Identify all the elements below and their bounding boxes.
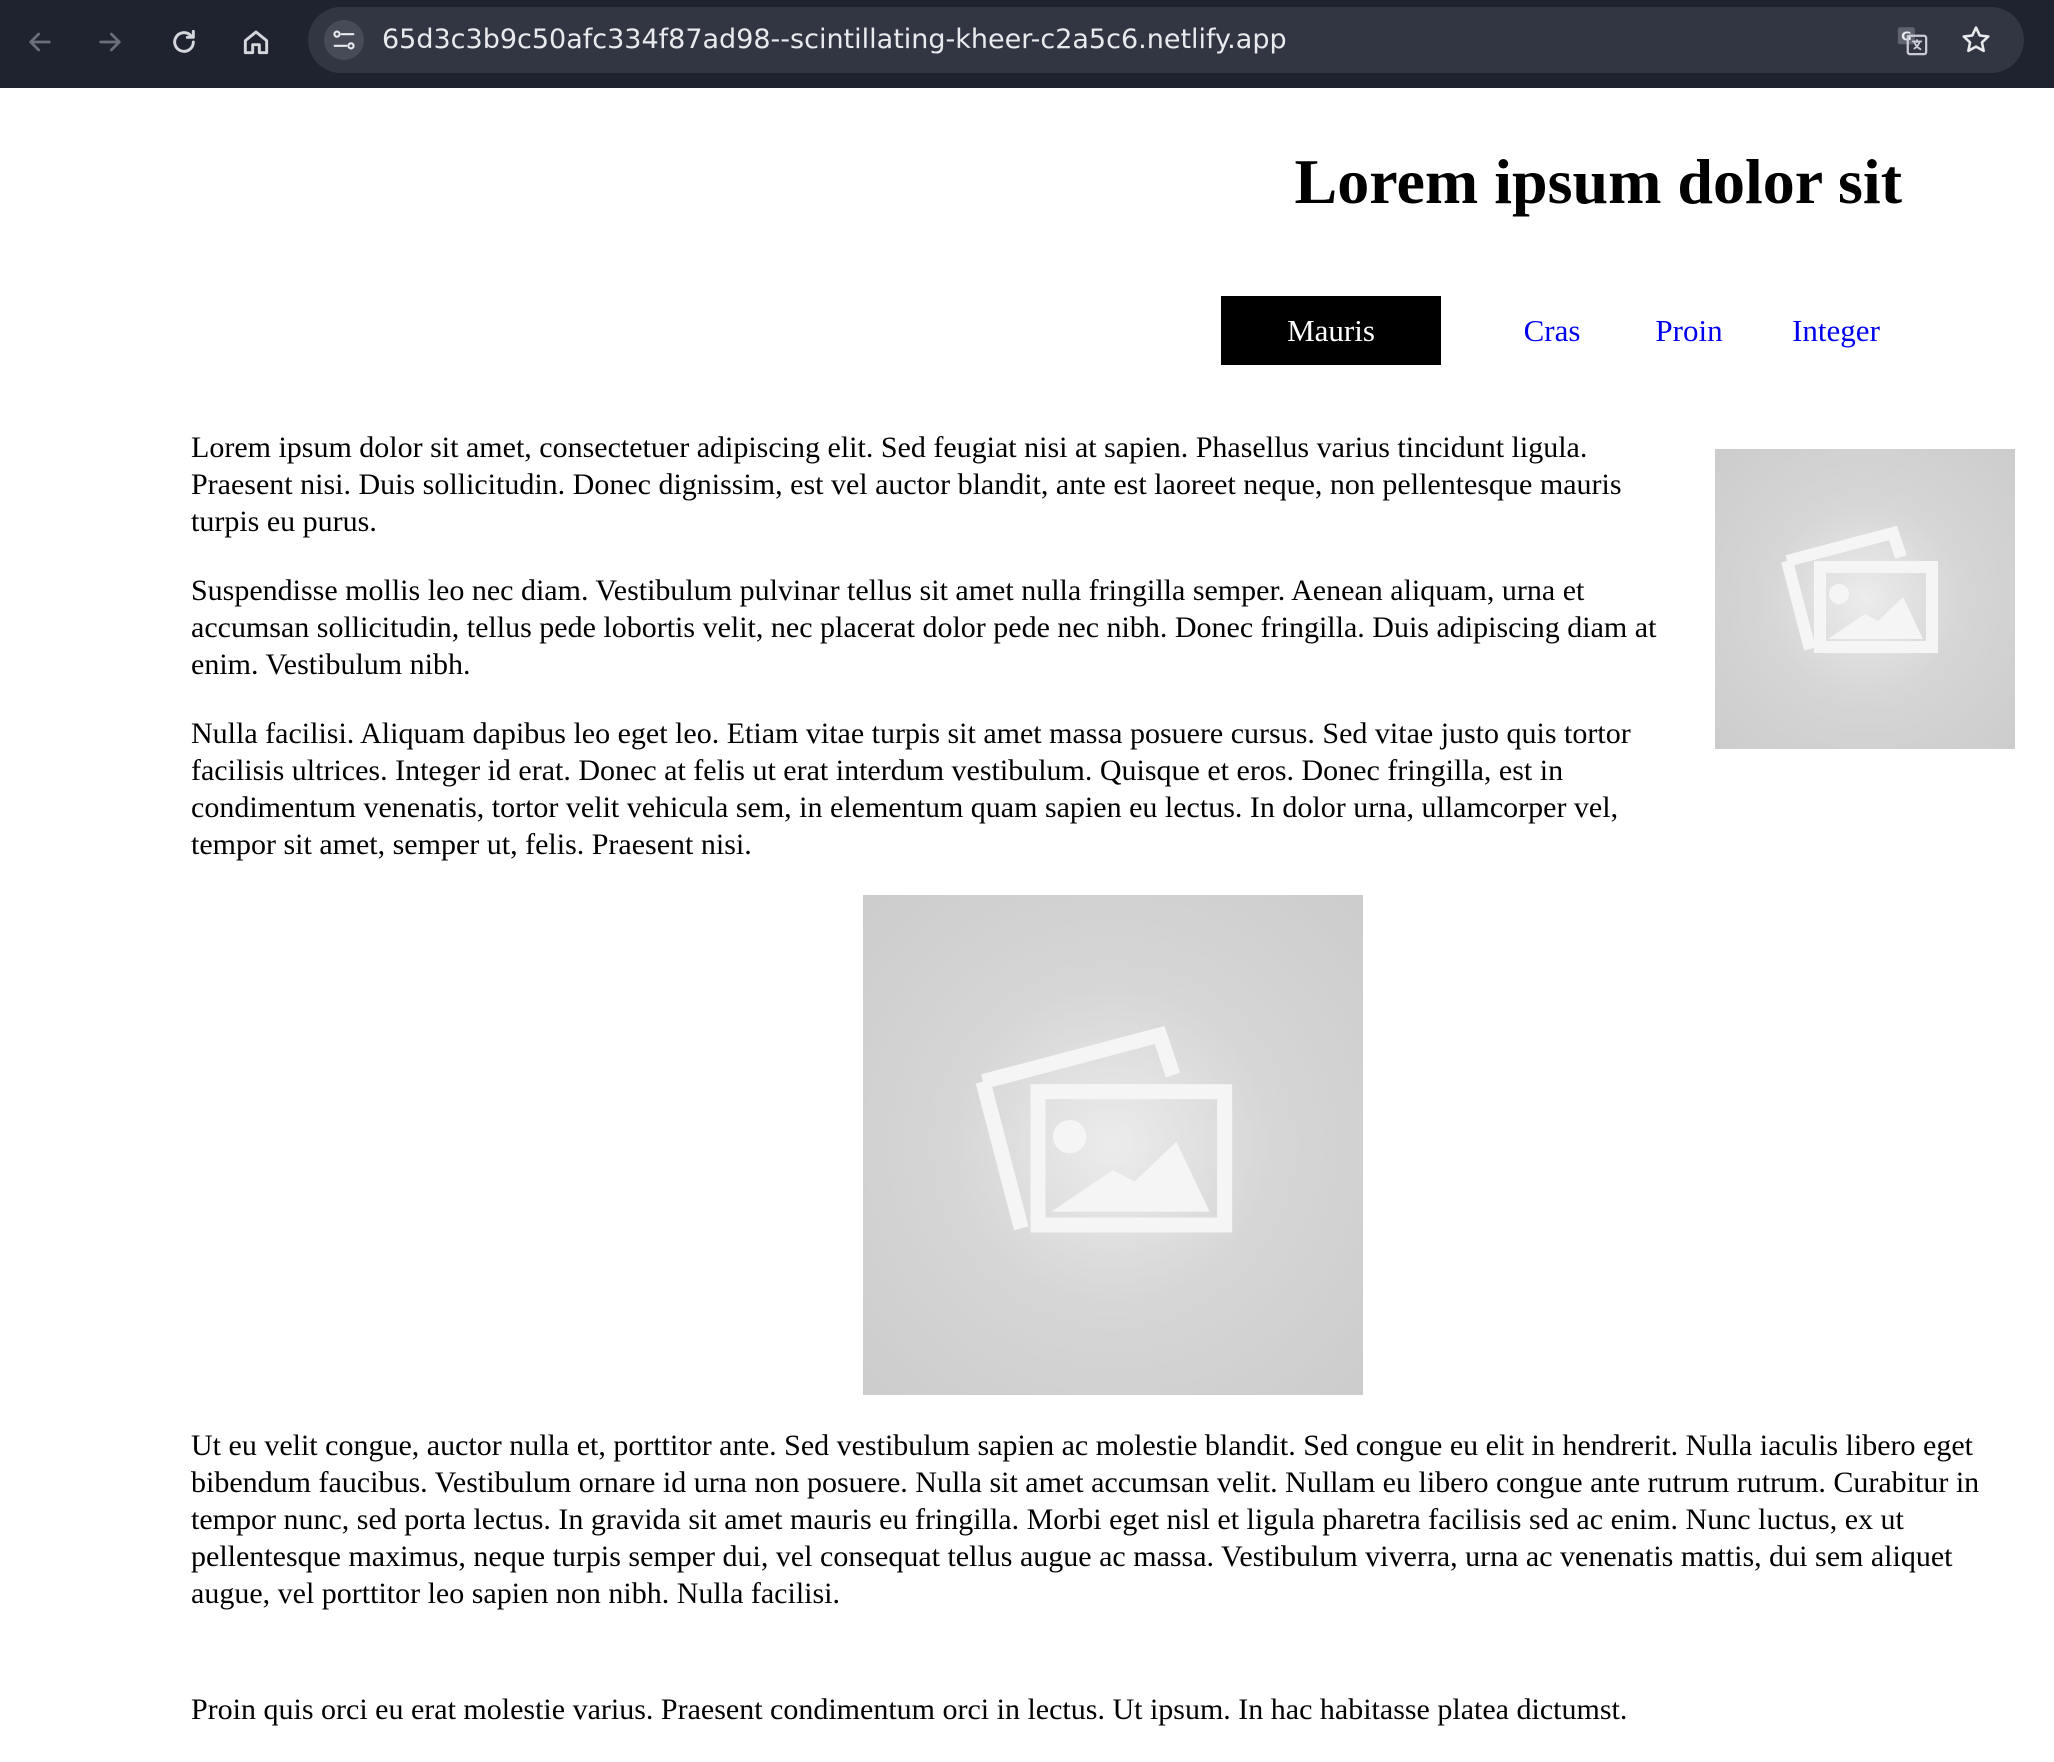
site-info-icon [333,30,355,50]
image-placeholder-icon [1781,525,1938,653]
page-title: Lorem ipsum dolor sit [1294,146,1902,217]
nav-item-mauris[interactable]: Mauris [1221,296,1441,365]
nav-item-cras[interactable]: Cras [1510,296,1594,365]
translate-icon: G [1897,27,1928,56]
paragraph-1: Lorem ipsum dolor sit amet, consectetuer… [191,431,1622,538]
paragraph-5: Proin quis orci eu erat molestie varius.… [191,1693,1628,1726]
back-button[interactable] [16,18,64,66]
site-info-button[interactable] [324,20,364,60]
nav-item-proin[interactable]: Proin [1643,296,1735,365]
paragraph-3: Nulla facilisi. Aliquam dapibus leo eget… [191,717,1631,861]
forward-arrow-icon [99,32,121,52]
forward-button[interactable] [86,18,134,66]
nav-item-integer[interactable]: Integer [1783,296,1889,365]
reload-icon [173,29,195,53]
address-bar[interactable]: 65d3c3b9c50afc334f87ad98--scintillating-… [308,7,2024,73]
bookmark-star-icon [1962,26,1990,53]
bookmark-button[interactable] [1956,20,1996,60]
translate-button[interactable]: G [1892,20,1932,60]
home-icon [243,30,269,55]
paragraph-2: Suspendisse mollis leo nec diam. Vestibu… [191,574,1657,681]
paragraph-4: Ut eu velit congue, auctor nulla et, por… [191,1429,1980,1610]
url-text[interactable]: 65d3c3b9c50afc334f87ad98--scintillating-… [382,7,1287,73]
image-placeholder [1715,449,2015,749]
browser-toolbar: 65d3c3b9c50afc334f87ad98--scintillating-… [0,0,2054,88]
image-placeholder-icon [975,1025,1233,1233]
image-placeholder [863,895,1363,1395]
svg-text:G: G [1901,30,1911,45]
reload-button[interactable] [160,18,208,66]
home-button[interactable] [232,18,280,66]
back-arrow-icon [29,32,51,52]
